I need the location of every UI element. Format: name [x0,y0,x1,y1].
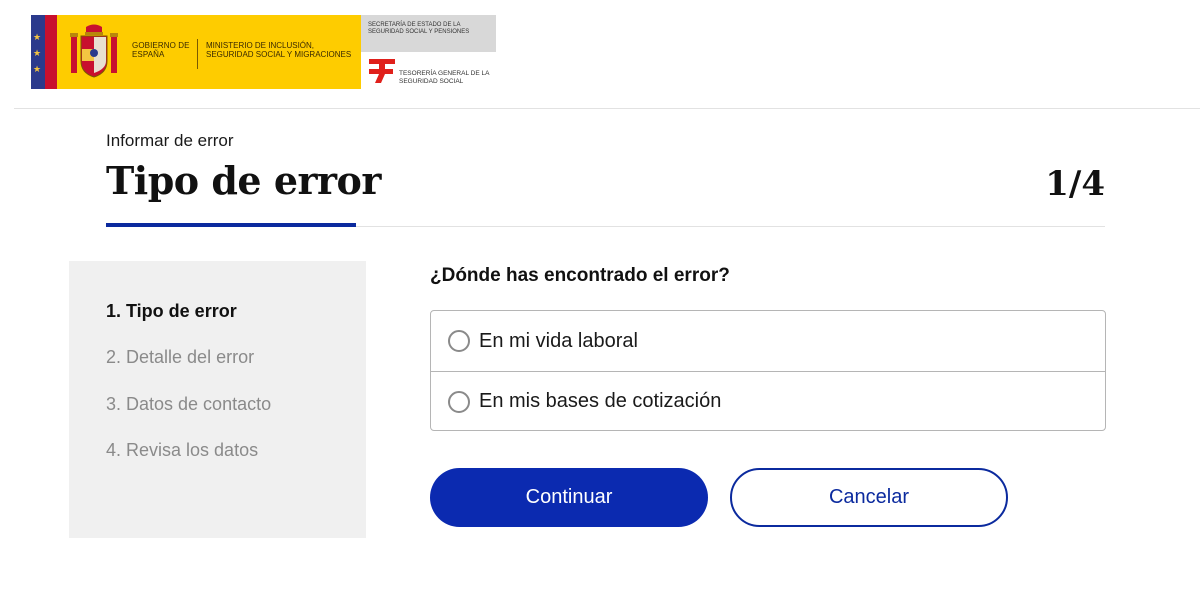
star-icon: ★ [33,32,42,42]
option-label: En mis bases de cotización [479,390,722,412]
step-item-datos-de-contacto: 3. Datos de contacto [106,394,272,414]
logo-divider [197,39,198,69]
coat-of-arms-icon [70,24,118,78]
eu-flag-strip: ★ ★ ★ [31,15,45,89]
radio-button[interactable] [448,330,470,352]
star-icon: ★ [33,64,42,74]
radio-button[interactable] [448,390,470,413]
continue-button[interactable]: Continuar [430,468,708,527]
tgss-logo-icon [369,59,395,83]
gobierno-text: GOBIERNO DE ESPAÑA [132,41,190,59]
ministerio-text: MINISTERIO DE INCLUSIÓN, SEGURIDAD SOCIA… [206,41,352,59]
title-accent-underline [106,223,356,227]
breadcrumb: Informar de error [106,131,234,150]
radio-group: En mi vida laboral En mis bases de cotiz… [430,310,1106,431]
option-bases-cotizacion[interactable]: En mis bases de cotización [431,371,1105,431]
secretaria-text: SECRETARÍA DE ESTADO DE LA SEGURIDAD SOC… [368,22,470,35]
option-vida-laboral[interactable]: En mi vida laboral [431,311,1105,371]
tesoreria-text: TESORERÍA GENERAL DE LA SEGURIDAD SOCIAL [399,70,490,85]
header-divider [14,108,1200,109]
spain-flag-red-stripe [45,15,57,89]
step-item-detalle-del-error: 2. Detalle del error [106,347,255,367]
step-counter: 1/4 [1045,164,1105,204]
steps-sidebar: 1. Tipo de error 2. Detalle del error 3.… [69,261,366,538]
star-icon: ★ [33,48,42,58]
option-label: En mi vida laboral [479,329,638,352]
step-item-revisa-los-datos: 4. Revisa los datos [106,440,259,460]
page-title: Tipo de error [106,158,381,203]
government-logo-bar: ★ ★ ★ GOBIERNO DE ESPAÑA MINISTERIO DE I… [31,15,496,89]
question-label: ¿Dónde has encontrado el error? [430,265,730,286]
step-item-tipo-de-error: 1. Tipo de error [106,301,237,321]
cancel-button[interactable]: Cancelar [730,468,1008,527]
